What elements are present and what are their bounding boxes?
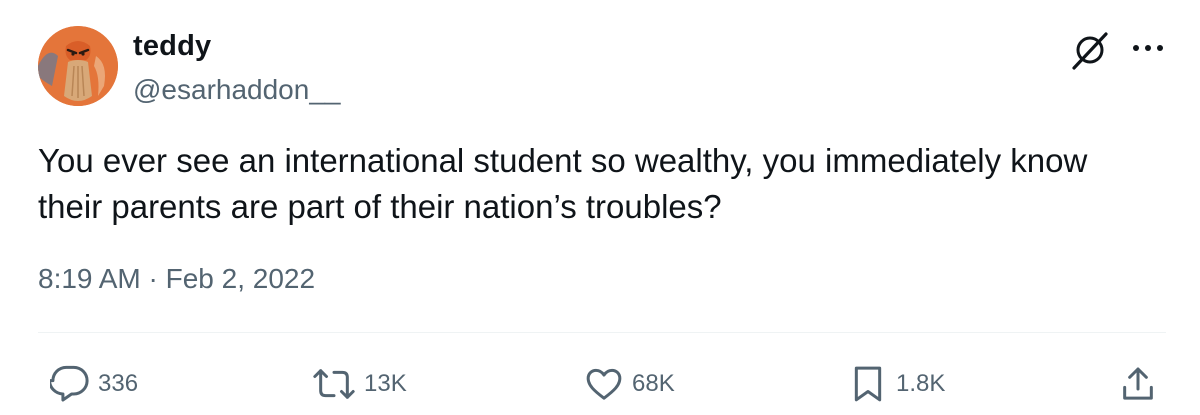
tweet-text-line: their parents are part of their nation’s… — [38, 188, 722, 225]
like-button[interactable]: 68K — [584, 362, 675, 406]
retweet-icon — [313, 369, 355, 399]
grok-icon[interactable] — [1068, 28, 1112, 72]
reply-count: 336 — [98, 370, 139, 397]
share-button[interactable] — [1118, 362, 1158, 406]
like-count: 68K — [632, 370, 675, 397]
retweet-count: 13K — [364, 370, 407, 397]
bookmark-icon — [854, 366, 882, 402]
tweet-text: You ever see an international student so… — [38, 138, 1168, 230]
share-icon — [1123, 367, 1153, 400]
heart-icon — [586, 368, 622, 400]
avatar-image — [38, 26, 118, 106]
avatar[interactable] — [38, 26, 118, 106]
retweet-button[interactable]: 13K — [312, 362, 407, 406]
tweet-card: teddy @esarhaddon__ You ever see an inte… — [0, 0, 1200, 415]
tweet-text-line: You ever see an international student so… — [38, 142, 1088, 179]
reply-button[interactable]: 336 — [50, 362, 138, 406]
more-options-icon[interactable] — [1128, 36, 1168, 60]
reply-icon — [50, 365, 89, 402]
bookmark-count: 1.8K — [896, 370, 946, 397]
tweet-timestamp[interactable]: 8:19 AM · Feb 2, 2022 — [38, 263, 315, 295]
author-handle[interactable]: @esarhaddon__ — [133, 74, 340, 106]
author-display-name[interactable]: teddy — [133, 30, 211, 63]
bookmark-button[interactable]: 1.8K — [848, 362, 945, 406]
divider — [38, 332, 1166, 333]
